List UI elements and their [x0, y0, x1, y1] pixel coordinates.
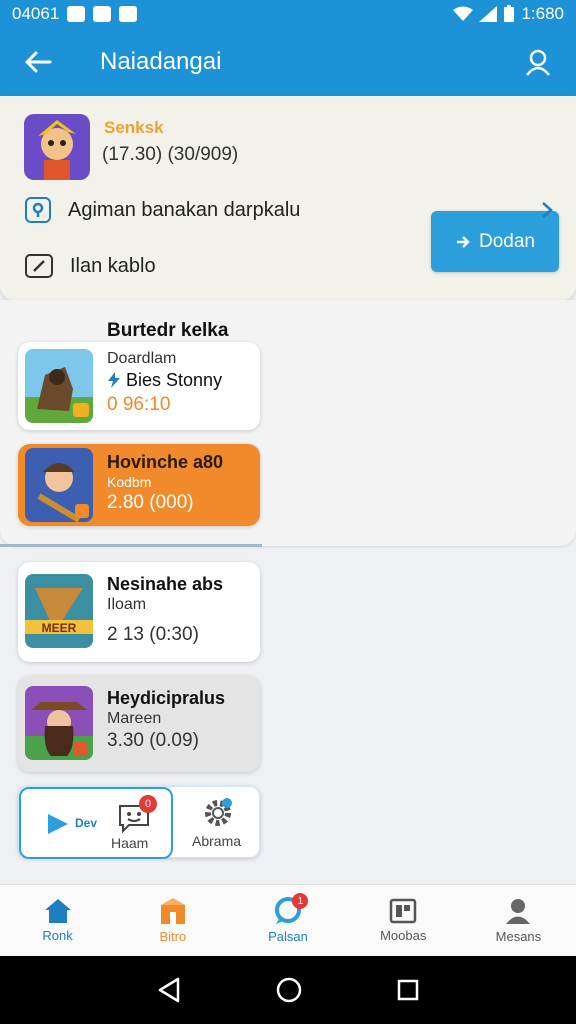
status-time-left: 04061 [12, 4, 60, 23]
signal-icon [479, 6, 498, 22]
store-icon [160, 898, 185, 924]
section-title: Burtedr kelka [107, 320, 229, 341]
nav-label-store: Bitro [159, 929, 187, 944]
nav-item-store[interactable]: Bitro [115, 885, 230, 956]
game-4-stats: 3.30 (0.09) [107, 730, 199, 751]
nav-item-chat[interactable]: 1 Palsan [230, 885, 345, 956]
game-4-title: Heydicipralus [107, 688, 226, 708]
nav-item-home[interactable]: Ronk [0, 885, 115, 956]
dev-label: Dev [75, 816, 98, 830]
person-icon [506, 899, 531, 924]
game-thumbnail-4 [25, 686, 93, 760]
status-bar: 04061 1:680 [0, 0, 576, 28]
game-1-line1: Doardlam [107, 350, 177, 367]
game-3-title: Nesinahe abs [107, 574, 224, 594]
battery-icon [504, 5, 515, 22]
featured-game-card: Senksk (17.30) (30/909) Dodan Agiman ban… [0, 96, 576, 302]
game-3-stats: 2 13 (0:30) [107, 624, 199, 645]
game-1-title: Bies Stonny [107, 370, 222, 391]
option-label-2: Ilan kablo [70, 254, 156, 277]
game-thumbnail-3: MEER [25, 574, 93, 648]
status-time-right: 1:680 [521, 4, 564, 23]
recents-square-icon[interactable] [396, 978, 420, 1002]
settings-shortcut-label: Abrama [192, 833, 242, 849]
home-circle-icon[interactable] [275, 976, 303, 1004]
game-2-title: Hovinche a80 [107, 452, 224, 472]
game-4-subtitle: Mareen [107, 710, 162, 727]
nav-label-chat: Palsan [268, 929, 308, 944]
chevron-right-icon [542, 202, 553, 218]
back-triangle-icon[interactable] [156, 976, 182, 1004]
chat-shortcut-label: Haam [111, 835, 149, 851]
profile-button[interactable] [500, 28, 576, 96]
game-thumbnail-2 [25, 448, 93, 522]
shortcut-panel: Dev 0 Haam Abrama [18, 786, 260, 859]
nav-label-home: Ronk [42, 928, 73, 943]
arrow-right-icon [457, 235, 470, 248]
back-button[interactable] [0, 28, 76, 96]
option-label-1: Agiman banakan darpkalu [68, 198, 301, 221]
game-3-subtitle: Iloam [107, 596, 147, 613]
play-icon [48, 814, 68, 834]
user-icon [526, 49, 550, 76]
gauge-icon [25, 254, 53, 278]
location-icon [25, 197, 51, 223]
option-row-1[interactable]: Agiman banakan darpkalu [24, 194, 554, 226]
notification-icon [119, 6, 138, 22]
arrow-left-icon [25, 51, 52, 73]
featured-game-stats: (17.30) (30/909) [102, 144, 239, 165]
featured-game-thumbnail[interactable] [24, 114, 90, 180]
chat-badge: 0 [139, 795, 157, 813]
gear-icon [205, 798, 232, 826]
game-1-stats: 0 96:10 [107, 394, 171, 415]
system-navigation [0, 956, 576, 1024]
option-row-2[interactable]: Ilan kablo [24, 250, 554, 282]
game-card-2[interactable]: Hovinche a80 Kodbm 2.80 (000) [18, 444, 260, 526]
nav-item-profile[interactable]: Mesans [461, 885, 576, 956]
gallery-icon [67, 6, 86, 22]
home-icon [44, 899, 71, 923]
featured-game-name: Senksk [104, 118, 164, 137]
nav-label-profile: Mesans [495, 929, 542, 944]
game-card-4[interactable]: Heydicipralus Mareen 3.30 (0.09) [18, 676, 260, 772]
game-card-1[interactable]: Doardlam Bies Stonny 0 96:10 [18, 342, 260, 430]
chat-shortcut[interactable]: Dev 0 Haam [19, 787, 173, 859]
chat-nav-badge: 1 [292, 893, 309, 909]
game-thumbnail-1 [25, 349, 93, 423]
app-bar: Naiadangai [0, 28, 576, 96]
game-2-subtitle: Kodbm [107, 474, 152, 490]
library-icon [389, 898, 417, 924]
wifi-icon [453, 6, 474, 21]
bottom-navigation: Ronk Bitro 1 Palsan Moobas Mesans [0, 884, 576, 956]
nav-label-library: Moobas [380, 928, 427, 943]
divider [0, 544, 262, 547]
game-card-3[interactable]: MEER Nesinahe abs Iloam 2 13 (0:30) [18, 562, 260, 662]
page-title: Naiadangai [100, 48, 222, 75]
game-2-stats: 2.80 (000) [107, 492, 194, 513]
nav-item-library[interactable]: Moobas [346, 885, 461, 956]
bolt-icon [108, 372, 120, 388]
svg-text:MEER: MEER [42, 621, 77, 635]
edit-icon [93, 6, 112, 22]
